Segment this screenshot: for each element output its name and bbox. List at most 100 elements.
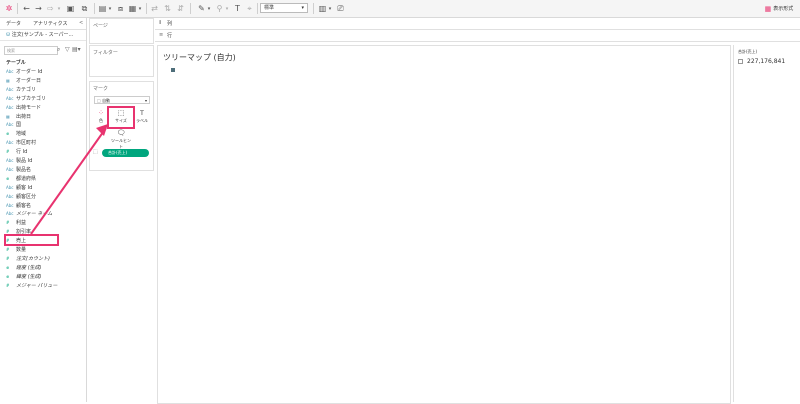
duplicate-icon[interactable]: ⧈ <box>116 3 125 14</box>
field-type-icon: Abc <box>6 184 14 190</box>
field-item[interactable]: # 行 Id <box>6 148 27 156</box>
new-worksheet-icon[interactable]: ▤ <box>98 3 107 14</box>
field-item[interactable]: ⊕ 地域 <box>6 130 26 138</box>
field-item[interactable]: # メジャー バリュー <box>6 282 57 290</box>
chevron-down-icon: ▾ <box>144 98 147 103</box>
columns-shelf[interactable]: ⦀ 列 <box>155 18 800 30</box>
chevron-down-icon[interactable]: ▾ <box>137 3 143 14</box>
field-item[interactable]: # 注文(カウント) <box>6 255 50 263</box>
data-source-label: 注文(サンプル - スーパー... <box>11 32 74 38</box>
field-type-icon: Abc <box>6 202 14 208</box>
search-input[interactable]: 検索 <box>4 46 58 55</box>
field-label: 利益 <box>16 220 27 227</box>
field-item[interactable]: Abc 製品名 <box>6 166 31 174</box>
chevron-down-icon[interactable]: ▾ <box>107 3 113 14</box>
field-item[interactable]: Abc 国 <box>6 121 21 129</box>
show-me-button[interactable]: ▦ 表示形式 <box>761 3 797 14</box>
field-item[interactable]: # 利益 <box>6 219 26 227</box>
collapse-button[interactable]: < <box>79 20 83 26</box>
field-item[interactable]: Abc 市区町村 <box>6 139 36 147</box>
color-button[interactable]: ⁘ 色 <box>94 109 108 126</box>
field-item[interactable]: Abc オーダー Id <box>6 68 42 76</box>
field-item[interactable]: ⊕ 経度 (生成) <box>6 264 42 272</box>
field-label: 出荷日 <box>16 113 32 120</box>
columns-icon: ⦀ <box>159 20 162 26</box>
sort-ascending-icon[interactable]: ⇅ <box>163 3 172 14</box>
fix-axes-icon[interactable]: ⌖ <box>245 3 254 14</box>
clear-sheet-icon[interactable]: ▦ <box>128 3 137 14</box>
size-legend: 合計(売上) 227,176,841 <box>733 45 800 402</box>
chevron-down-icon[interactable]: ▾ <box>206 3 212 14</box>
sort-descending-icon[interactable]: ⇵ <box>176 3 185 14</box>
treemap-mark[interactable] <box>171 68 175 72</box>
field-item[interactable]: Abc 顧客 Id <box>6 184 32 192</box>
highlight-icon[interactable]: ✎ <box>197 3 206 14</box>
mark-type-select[interactable]: □ 自動 ▾ <box>94 96 150 104</box>
field-item[interactable]: Abc 顧客区分 <box>6 193 36 201</box>
color-label: 色 <box>99 118 103 123</box>
field-item[interactable]: Abc 顧客名 <box>6 202 31 210</box>
field-item[interactable]: Abc サブカテゴリ <box>6 95 46 103</box>
search-icon[interactable]: ⌕ <box>57 46 60 54</box>
filter-icon[interactable]: ▽ <box>65 46 70 53</box>
field-label: オーダー Id <box>16 69 43 75</box>
mark-type-label: 自動 <box>102 98 111 103</box>
field-item[interactable]: # 数量 <box>6 246 26 254</box>
view-options-icon[interactable]: ▤▾ <box>72 46 81 53</box>
redo-icon[interactable]: → <box>34 3 43 14</box>
field-label: メジャー バリュー <box>16 282 58 289</box>
side-tabs: データ アナリティクス < <box>0 18 86 30</box>
field-label: 市区町村 <box>16 140 37 147</box>
legend-value: 227,176,841 <box>747 58 786 65</box>
field-item[interactable]: Abc 製品 Id <box>6 157 32 165</box>
field-label: 緯度 (生成) <box>16 273 42 280</box>
field-type-icon: ⊕ <box>6 273 10 279</box>
field-item[interactable]: Abc メジャー ネーム <box>6 210 52 218</box>
field-item[interactable]: Abc カテゴリ <box>6 86 36 94</box>
presentation-icon[interactable]: ⎚ <box>336 3 345 14</box>
tab-data[interactable]: データ <box>6 20 21 27</box>
undo-icon[interactable]: ← <box>22 3 31 14</box>
field-item[interactable]: ▦ 出荷日 <box>6 113 31 121</box>
save-icon[interactable]: ▣ <box>66 3 75 14</box>
field-item[interactable]: Abc 出荷モード <box>6 104 41 112</box>
replay-icon[interactable]: ⇨ <box>46 3 55 14</box>
chevron-down-icon[interactable]: ▾ <box>327 3 333 14</box>
fit-select[interactable]: 標準 ▾ <box>260 3 308 13</box>
toolbar: ✲ ← → ⇨ ▾ ▣ ⧉ ▤ ▾ ⧈ ▦ ▾ ⇄ ⇅ ⇵ ✎ ▾ ⚲ ▾ T … <box>0 0 800 18</box>
view-canvas[interactable]: ツリーマップ (自力) <box>157 45 731 404</box>
label-button[interactable]: T ラベル <box>134 109 150 126</box>
rows-shelf[interactable]: ≡ 行 <box>155 30 800 42</box>
pages-card[interactable]: ページ <box>89 18 154 44</box>
field-item[interactable]: ⊕ 都道府県 <box>6 175 36 183</box>
size-shelf-icon: ⬚ <box>93 149 98 155</box>
field-label: 経度 (生成) <box>16 264 42 271</box>
show-me-icon: ▦ <box>764 4 772 13</box>
chevron-down-icon[interactable]: ▾ <box>56 3 62 14</box>
field-type-icon: ⊕ <box>6 131 10 137</box>
field-label: 国 <box>16 122 22 129</box>
filters-card[interactable]: フィルター <box>89 45 154 77</box>
chevron-down-icon[interactable]: ▾ <box>224 3 230 14</box>
field-label: 製品 Id <box>16 158 33 164</box>
tableau-logo-icon[interactable]: ✲ <box>4 3 14 14</box>
sales-highlight-box <box>4 234 59 246</box>
datasource-icon: ⛁ <box>6 32 11 38</box>
tab-analytics[interactable]: アナリティクス <box>33 20 67 27</box>
rows-label: 行 <box>167 33 173 39</box>
field-item[interactable]: ▦ オーダー日 <box>6 77 41 85</box>
show-labels-icon[interactable]: T <box>233 3 242 14</box>
filters-title: フィルター <box>93 50 118 56</box>
field-label: メジャー ネーム <box>16 211 53 218</box>
show-cards-icon[interactable]: ▥ <box>318 3 327 14</box>
group-icon[interactable]: ⚲ <box>215 3 224 14</box>
field-type-icon: Abc <box>6 122 14 128</box>
tooltip-button[interactable]: 🗨 ツールヒント <box>110 129 132 149</box>
field-type-icon: # <box>6 282 10 288</box>
size-pill[interactable]: 合計(売上) <box>102 149 149 157</box>
size-highlight-box <box>107 106 135 129</box>
add-datasource-icon[interactable]: ⧉ <box>80 3 89 14</box>
data-source[interactable]: ⛁ 注文(サンプル - スーパー... <box>6 31 73 38</box>
swap-icon[interactable]: ⇄ <box>150 3 159 14</box>
field-item[interactable]: ⊕ 緯度 (生成) <box>6 273 42 281</box>
